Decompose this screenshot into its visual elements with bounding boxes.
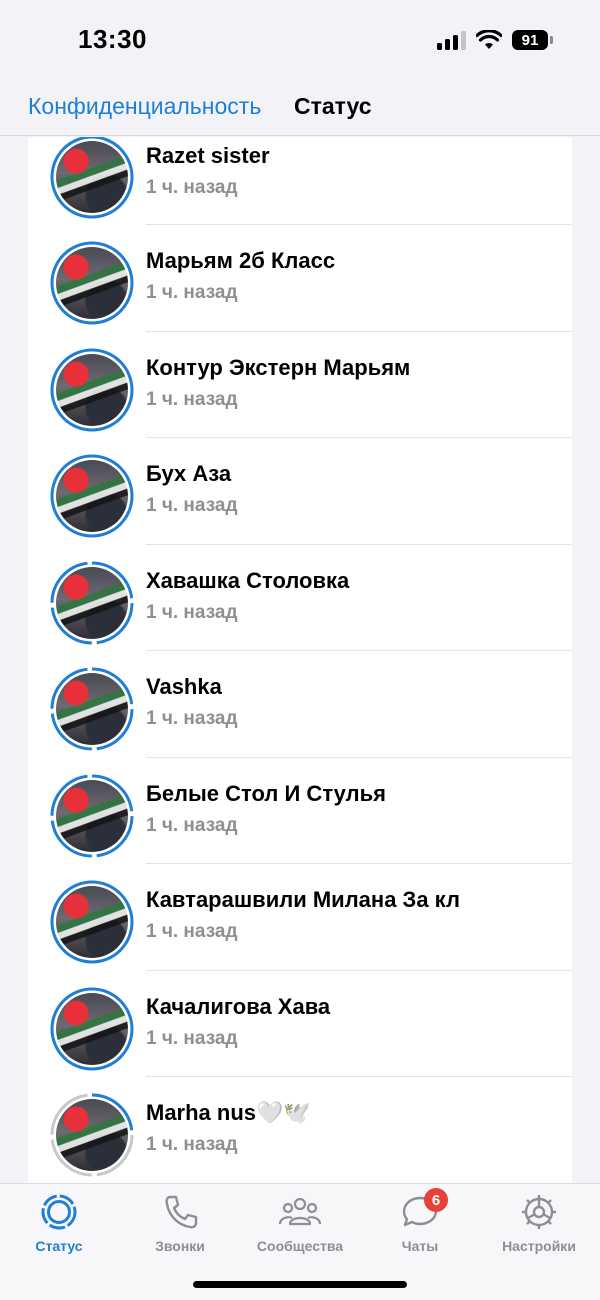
contact-name: Razet sister (146, 143, 270, 168)
status-avatar[interactable] (50, 987, 134, 1071)
status-time: 1 ч. назад (146, 601, 238, 623)
contact-name: Качалигова Хава (146, 993, 331, 1019)
status-row[interactable]: Vashka 1 ч. назад (28, 651, 572, 758)
avatar (56, 886, 128, 958)
page-title: Статус (294, 93, 372, 119)
chats-icon: 6 (398, 1188, 448, 1232)
contact-name: Бух Аза (146, 461, 232, 486)
status-avatar[interactable] (50, 667, 134, 751)
navigation-bar: Конфиденциальность Статус (0, 80, 600, 136)
tab-label: Сообщества (256, 1238, 344, 1254)
status-time: 1 ч. назад (146, 495, 238, 516)
avatar (56, 779, 128, 852)
avatar (56, 141, 128, 213)
status-avatar[interactable] (50, 137, 134, 219)
tab-label: Статус (35, 1238, 83, 1254)
status-avatar[interactable] (50, 880, 134, 964)
status-list[interactable]: Razet sister 1 ч. назад Марьям 2б Класс 1 ч… (28, 137, 572, 1183)
tab-status[interactable]: Статус (4, 1192, 114, 1254)
status-time: 1 ч. назад (146, 388, 238, 410)
communities-icon (278, 1192, 322, 1232)
status-row[interactable]: Белые Стол И Стулья 1 ч. назад (28, 758, 572, 864)
battery-level: 91 (521, 31, 539, 49)
status-row[interactable]: Марьям 2б Класс 1 ч. назад (28, 225, 572, 332)
avatar (56, 247, 128, 319)
tab-communities[interactable]: Сообщества (245, 1192, 355, 1254)
unread-badge: 6 (424, 1188, 448, 1212)
status-row[interactable]: Marha nus🤍🕊️ 1 ч. назад (28, 1077, 572, 1183)
status-time: 1 ч. назад (146, 282, 238, 303)
status-row[interactable]: Контур Экстерн Марьям 1 ч. назад (28, 332, 572, 438)
status-time: 1 ч. назад (146, 1027, 238, 1049)
status-row[interactable]: Хавашка Столовка 1 ч. назад (28, 545, 572, 651)
avatar (56, 460, 128, 532)
status-row[interactable]: Кавтарашвили Милана За кл 1 ч. назад (28, 864, 572, 971)
status-icons: 91 (437, 28, 553, 52)
tab-label: Звонки (155, 1238, 205, 1254)
tab-label: Чаты (401, 1238, 439, 1254)
status-avatar[interactable] (50, 348, 134, 432)
status-avatar[interactable] (50, 1093, 134, 1177)
tab-label: Настройки (502, 1238, 576, 1254)
status-avatar[interactable] (50, 454, 134, 538)
contact-name: Vashka (146, 674, 222, 699)
contact-name: Контур Экстерн Марьям (146, 354, 411, 380)
contact-name: Marha nus🤍🕊️ (146, 1100, 311, 1125)
status-time: 1 ч. назад (146, 708, 238, 729)
clock: 13:30 (78, 24, 147, 54)
status-row[interactable]: Бух Аза 1 ч. назад (28, 438, 572, 545)
status-icon (37, 1192, 81, 1232)
avatar (56, 992, 128, 1065)
avatar (56, 566, 128, 639)
cellular-signal-icon (437, 30, 466, 50)
contact-name: Хавашка Столовка (146, 567, 350, 593)
status-avatar[interactable] (50, 241, 134, 325)
contact-name: Кавтарашвили Милана За кл (146, 887, 460, 912)
avatar (56, 1099, 128, 1171)
phone-icon (158, 1192, 202, 1232)
back-button[interactable]: Конфиденциальность (28, 93, 261, 120)
status-time: 1 ч. назад (146, 921, 238, 942)
wifi-icon (476, 30, 502, 49)
status-time: 1 ч. назад (146, 814, 238, 836)
avatar (56, 353, 128, 426)
status-row[interactable]: Качалигова Хава 1 ч. назад (28, 971, 572, 1077)
status-time: 1 ч. назад (146, 1134, 238, 1155)
status-avatar[interactable] (50, 561, 134, 645)
contact-name: Белые Стол И Стулья (146, 780, 386, 806)
battery-icon: 91 (512, 30, 553, 50)
status-avatar[interactable] (50, 774, 134, 858)
contact-name: Марьям 2б Класс (146, 248, 336, 273)
status-time: 1 ч. назад (146, 177, 238, 198)
home-indicator (193, 1281, 407, 1288)
status-bar: 13:30 91 (0, 0, 600, 80)
avatar (56, 673, 128, 745)
tab-chats[interactable]: 6 Чаты (365, 1188, 475, 1254)
settings-icon (517, 1192, 561, 1232)
status-row[interactable]: Razet sister 1 ч. назад (28, 137, 572, 225)
tab-settings[interactable]: Настройки (484, 1192, 594, 1254)
tab-calls[interactable]: Звонки (125, 1192, 235, 1254)
